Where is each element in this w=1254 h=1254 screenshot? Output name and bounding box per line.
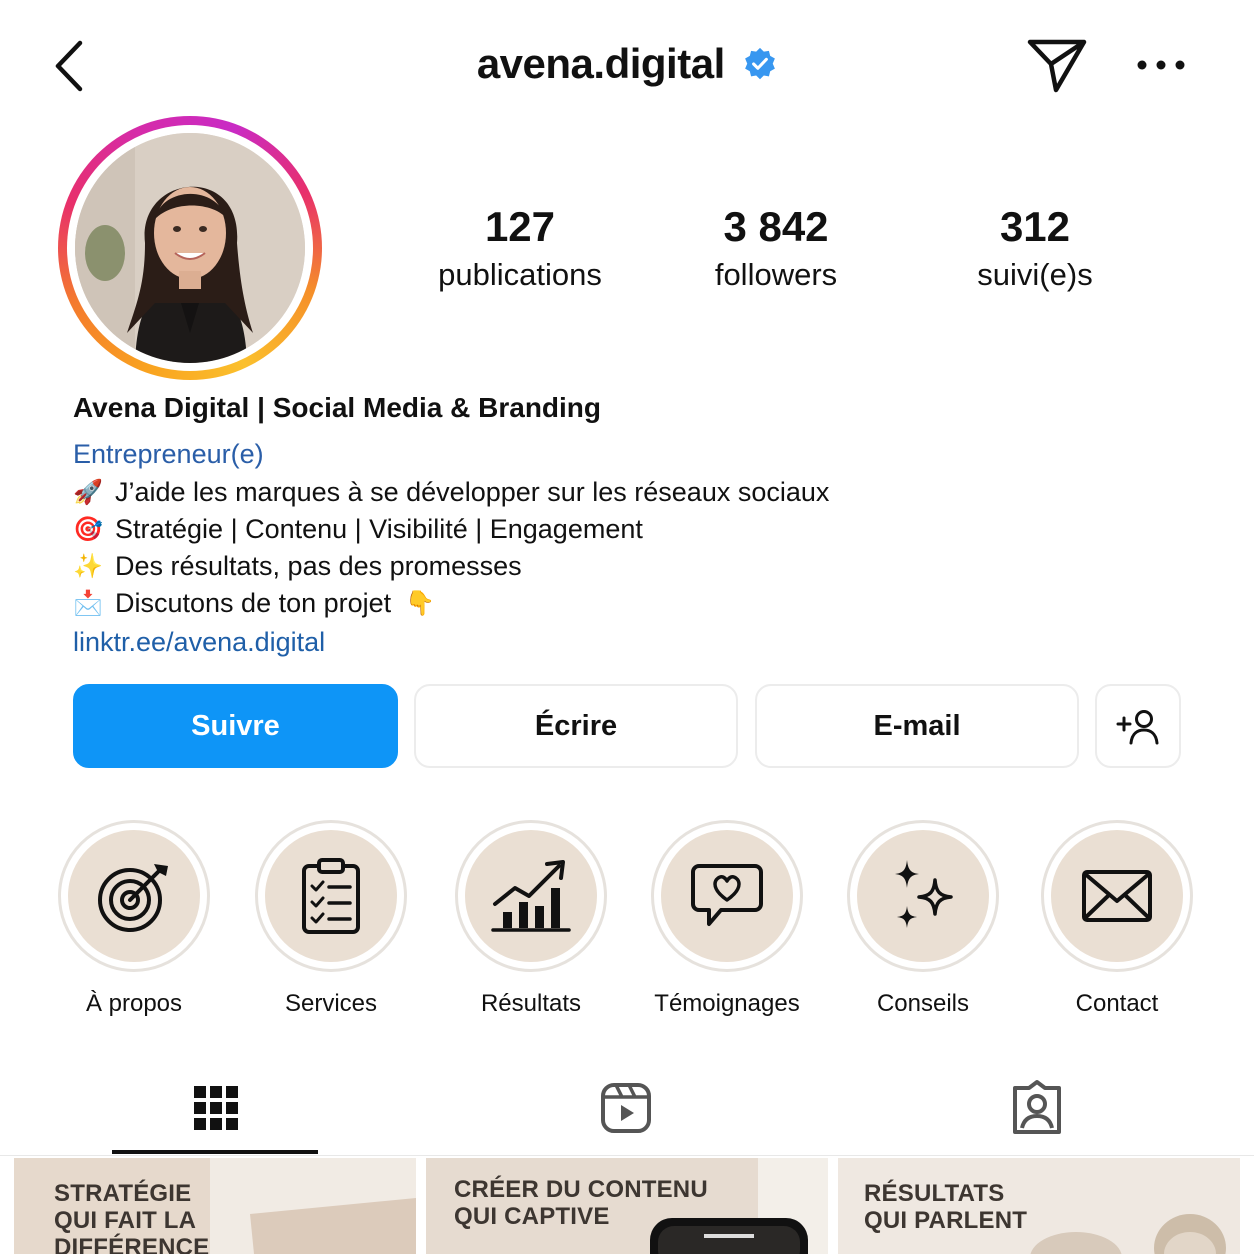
stat-label: suivi(e)s [977, 257, 1093, 292]
bio-line-text: Discutons de ton projet [115, 588, 392, 618]
page-title: avena.digital [476, 40, 725, 87]
top-bar: avena.digital [0, 0, 1254, 130]
verified-badge-icon [745, 47, 776, 80]
more-options-button[interactable] [1134, 50, 1190, 80]
email-button[interactable]: E-mail [755, 684, 1079, 768]
paper-plane-icon [1027, 39, 1087, 93]
tab-reels[interactable] [596, 1078, 656, 1138]
sparkles-emoji: ✨ [73, 553, 103, 580]
envelope-icon [1082, 870, 1152, 922]
message-button[interactable]: Écrire [414, 684, 738, 768]
highlight-label: Résultats [480, 990, 582, 1017]
highlight-label: Contact [1075, 990, 1159, 1017]
bio-section: Avena Digital | Social Media & Branding … [73, 388, 1193, 662]
target-emoji: 🎯 [73, 516, 103, 543]
bio-line-text: Stratégie | Contenu | Visibilité | Engag… [115, 514, 643, 544]
grid-icon [194, 1086, 238, 1130]
stat-value: 3 842 [723, 203, 829, 250]
highlight-contact[interactable]: Contact [1019, 820, 1215, 1018]
highlight-label: Conseils [876, 990, 970, 1017]
target-icon [98, 864, 168, 932]
pointing-down-emoji: 👇 [405, 590, 436, 617]
profile-tabs [0, 1060, 1254, 1156]
more-horizontal-icon [1137, 60, 1185, 70]
bio-line-text: Des résultats, pas des promesses [115, 551, 522, 581]
bio-line-text: J’aide les marques à se développer sur l… [115, 477, 830, 507]
bio-line: ✨ Des résultats, pas des promesses [73, 548, 1193, 585]
bio-line: 🚀 J’aide les marques à se développer sur… [73, 474, 1193, 511]
stat-value: 127 [484, 203, 556, 250]
growth-chart-icon [491, 860, 571, 932]
tab-tagged[interactable] [1007, 1078, 1067, 1138]
highlight-services[interactable]: Services [233, 820, 429, 1018]
highlight-results[interactable]: Résultats [433, 820, 629, 1018]
active-tab-indicator [112, 1150, 318, 1154]
sparkles-icon [895, 860, 953, 928]
post-tile[interactable]: RÉSULTATS QUI PARLENT [838, 1158, 1240, 1254]
heart-chat-icon [691, 864, 763, 926]
post-title: RÉSULTATS QUI PARLENT [864, 1180, 1028, 1234]
envelope-emoji: 📩 [73, 590, 103, 617]
rocket-emoji: 🚀 [73, 479, 103, 506]
bio-link[interactable]: linktr.ee/avena.digital [73, 622, 1193, 662]
tagged-user-icon [1013, 1080, 1061, 1134]
stat-following[interactable]: 312 suivi(e)s [925, 202, 1145, 298]
stat-publications[interactable]: 127 publications [410, 202, 630, 298]
highlight-testimonials[interactable]: Témoignages [629, 820, 825, 1018]
highlight-label: Témoignages [654, 990, 800, 1017]
stat-label: publications [438, 257, 602, 292]
stat-label: followers [714, 257, 838, 292]
highlight-label: Services [284, 990, 378, 1017]
bio-line: 🎯 Stratégie | Contenu | Visibilité | Eng… [73, 511, 1193, 548]
tab-grid[interactable] [186, 1078, 246, 1138]
reels-icon [601, 1083, 651, 1133]
profile-photo [75, 133, 305, 363]
stat-followers[interactable]: 3 842 followers [666, 202, 886, 298]
clipboard-checklist-icon [302, 858, 360, 934]
stat-value: 312 [999, 203, 1071, 250]
add-user-icon [1116, 710, 1159, 745]
post-title: STRATÉGIE QUI FAIT LA DIFFÉRENCE [54, 1180, 210, 1254]
post-tile[interactable]: STRATÉGIE QUI FAIT LA DIFFÉRENCE [14, 1158, 416, 1254]
send-button[interactable] [1024, 36, 1090, 96]
category-label: Entrepreneur(e) [73, 439, 264, 469]
bio-line: 📩 Discutons de ton projet 👇 [73, 585, 1193, 622]
follow-button[interactable]: Suivre [73, 684, 398, 768]
highlight-label: À propos [85, 990, 183, 1017]
highlight-about[interactable]: À propos [36, 820, 232, 1018]
post-title: CRÉER DU CONTENU QUI CAPTIVE [454, 1176, 708, 1230]
avatar [75, 133, 305, 363]
post-tile[interactable]: CRÉER DU CONTENU QUI CAPTIVE [426, 1158, 828, 1254]
highlight-tips[interactable]: Conseils [825, 820, 1021, 1018]
display-name: Avena Digital | Social Media & Branding [73, 392, 602, 423]
story-ring[interactable] [58, 116, 322, 380]
suggest-users-button[interactable] [1095, 684, 1181, 768]
